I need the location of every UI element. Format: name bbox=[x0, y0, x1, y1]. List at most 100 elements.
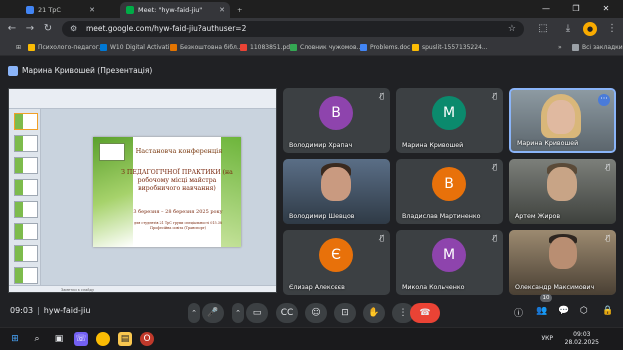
clock-date: 28.02.2025 bbox=[564, 339, 599, 346]
viber-icon[interactable]: ☏ bbox=[74, 332, 88, 346]
bookmark-item[interactable]: 11083851.pdf bbox=[240, 40, 292, 56]
bookmark-item[interactable]: Словник чужомов... bbox=[290, 40, 362, 56]
document-icon bbox=[412, 44, 419, 51]
apps-icon[interactable]: ⊞ bbox=[6, 40, 21, 56]
participant-tile[interactable]: В 🎙̸ Владислав Мартиненко bbox=[396, 159, 503, 224]
new-tab-button[interactable]: + bbox=[234, 2, 248, 18]
bookmark-star-icon[interactable]: ☆ bbox=[508, 21, 516, 37]
bookmark-item[interactable]: Психолого-педагог... bbox=[28, 40, 105, 56]
address-bar[interactable]: ⚙ meet.google.com/hyw-faid-jiu?authuser=… bbox=[62, 21, 524, 37]
microphone-button[interactable]: 🎤 bbox=[202, 303, 224, 323]
participant-tile[interactable]: Є 🎙̸ Єлизар Алексєєв bbox=[283, 230, 390, 295]
participant-tile[interactable]: 🎙̸ Олександр Максимович bbox=[509, 230, 616, 295]
slide-thumbnail[interactable] bbox=[14, 267, 38, 284]
meeting-info: 09:03 | hyw-faid-jiu bbox=[10, 306, 91, 315]
activities-icon[interactable]: ⬡ bbox=[580, 306, 588, 316]
present-button[interactable]: ⊡ bbox=[334, 303, 356, 323]
more-vert-icon: ⋮ bbox=[398, 308, 408, 318]
slide-dates: 3 березня – 28 березня 2025 року bbox=[133, 209, 223, 215]
meet-icon bbox=[126, 6, 134, 14]
forward-icon[interactable]: → bbox=[22, 21, 38, 37]
all-bookmarks[interactable]: Всі закладки bbox=[572, 40, 623, 56]
chat-icon[interactable]: 💬 bbox=[558, 306, 569, 316]
windows-start-icon[interactable]: ⊞ bbox=[8, 332, 22, 346]
tab-label: 21 ТрС bbox=[38, 6, 61, 14]
slide-thumbnails bbox=[9, 109, 41, 285]
back-icon[interactable]: ← bbox=[4, 21, 20, 37]
info-icon[interactable]: ⓘ bbox=[514, 306, 523, 319]
participant-name: Марина Кривошей bbox=[517, 140, 579, 147]
system-clock[interactable]: 09:03 28.02.2025 bbox=[565, 331, 599, 347]
globe-icon bbox=[290, 44, 297, 51]
participant-tile[interactable]: 🎙̸ Артем Жиров bbox=[509, 159, 616, 224]
slide-thumbnail[interactable] bbox=[14, 179, 38, 196]
participant-tile[interactable]: ··· Марина Кривошей bbox=[509, 88, 616, 153]
participant-name: Володимир Храпач bbox=[289, 142, 353, 149]
chevron-up-icon[interactable]: ⌃ bbox=[232, 303, 244, 323]
file-explorer-icon[interactable]: ▤ bbox=[118, 332, 132, 346]
participant-name: Олександр Максимович bbox=[515, 284, 595, 291]
close-window-icon[interactable]: ✕ bbox=[595, 0, 617, 18]
bookmark-item[interactable]: spuslit-1557135224... bbox=[412, 40, 488, 56]
browser-toolbar: ← → ↻ ⚙ meet.google.com/hyw-faid-jiu?aut… bbox=[0, 18, 623, 40]
presenter-label: Марина Кривошей (Презентація) bbox=[8, 63, 152, 79]
camera-icon: ▭ bbox=[252, 308, 262, 318]
people-icon[interactable]: 👥 bbox=[536, 306, 547, 316]
captions-button[interactable]: CC bbox=[276, 303, 298, 323]
close-icon[interactable]: ✕ bbox=[219, 2, 225, 18]
tab-meet[interactable]: Meet: "hyw-faid-jiu" ✕ bbox=[120, 2, 230, 18]
chevron-right-icon[interactable]: » bbox=[548, 40, 562, 56]
avatar: М bbox=[432, 238, 466, 272]
microphone-icon: 🎤 bbox=[207, 308, 219, 318]
bookmark-item[interactable]: Безкоштовна бібл... bbox=[170, 40, 243, 56]
site-info-icon[interactable]: ⚙ bbox=[70, 21, 77, 37]
meet-control-bar: 09:03 | hyw-faid-jiu ⌃ 🎤 ⌃ ▭ CC ☺ ⊡ ✋ ⋮ ☎ … bbox=[0, 294, 623, 326]
bookmarks-bar: ⊞ Психолого-педагог... W10 Digital Activ… bbox=[0, 40, 623, 56]
task-view-icon[interactable]: ▣ bbox=[52, 332, 66, 346]
search-icon[interactable]: ⌕ bbox=[30, 332, 44, 346]
participant-tile[interactable]: В 🎙̸ Володимир Храпач bbox=[283, 88, 390, 153]
present-icon bbox=[8, 66, 18, 76]
extensions-icon[interactable]: ⬚ bbox=[535, 21, 551, 37]
slide-thumbnail[interactable] bbox=[14, 201, 38, 218]
language-indicator[interactable]: УКР bbox=[541, 335, 553, 342]
participant-name: Владислав Мартиненко bbox=[402, 213, 481, 220]
maximize-icon[interactable]: ❐ bbox=[565, 0, 587, 18]
camera-button[interactable]: ▭ bbox=[246, 303, 268, 323]
menu-icon[interactable]: ⋮ bbox=[604, 21, 620, 37]
chevron-up-icon[interactable]: ⌃ bbox=[188, 303, 200, 323]
mic-off-icon: 🎙̸ bbox=[379, 234, 384, 242]
tab-21-trs[interactable]: 21 ТрС ✕ bbox=[20, 2, 100, 18]
meeting-time: 09:03 bbox=[10, 306, 34, 315]
download-icon[interactable]: ⤓ bbox=[560, 21, 576, 37]
bookmark-item[interactable]: Problems.doc bbox=[360, 40, 410, 56]
slide-thumbnail[interactable] bbox=[14, 245, 38, 262]
opera-icon[interactable]: O bbox=[140, 332, 154, 346]
host-controls-icon[interactable]: 🔒 bbox=[602, 306, 613, 316]
mic-off-icon: 🎙̸ bbox=[492, 92, 497, 100]
slide-title: Настановча конференція bbox=[135, 147, 223, 155]
people-count-badge: 10 bbox=[540, 294, 552, 302]
avatar: В bbox=[432, 167, 466, 201]
close-icon[interactable]: ✕ bbox=[89, 2, 95, 18]
more-options-icon[interactable]: ··· bbox=[598, 94, 610, 106]
slide-thumbnail[interactable] bbox=[14, 113, 38, 130]
participant-tile[interactable]: М 🎙̸ Марина Кривошей bbox=[396, 88, 503, 153]
participant-tile[interactable]: М 🎙̸ Микола Кольченко bbox=[396, 230, 503, 295]
reload-icon[interactable]: ↻ bbox=[40, 21, 56, 37]
slide-thumbnail[interactable] bbox=[14, 223, 38, 240]
chrome-icon[interactable] bbox=[96, 332, 110, 346]
participant-tile[interactable]: Володимир Шевцов bbox=[283, 159, 390, 224]
leave-call-button[interactable]: ☎ bbox=[410, 303, 440, 323]
minimize-icon[interactable]: — bbox=[535, 0, 557, 18]
meet-stage: Марина Кривошей (Презентація) Настановча… bbox=[0, 57, 623, 327]
powerpoint-status-bar: Заметки к слайду bbox=[9, 285, 276, 292]
raise-hand-button[interactable]: ✋ bbox=[363, 303, 385, 323]
shared-presentation[interactable]: Настановча конференція З ПЕДАГОГІЧНОЇ ПР… bbox=[8, 88, 277, 293]
profile-avatar[interactable]: ● bbox=[583, 22, 597, 36]
windows-taskbar: ⊞ ⌕ ▣ ☏ ▤ O УКР 09:03 28.02.2025 bbox=[0, 327, 623, 350]
slide-thumbnail[interactable] bbox=[14, 157, 38, 174]
reactions-button[interactable]: ☺ bbox=[305, 303, 327, 323]
slide-thumbnail[interactable] bbox=[14, 135, 38, 152]
bookmark-item[interactable]: W10 Digital Activati... bbox=[100, 40, 175, 56]
